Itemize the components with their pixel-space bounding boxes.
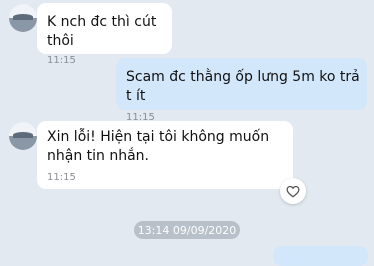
contact-avatar[interactable] [9, 4, 37, 32]
message-bubble-outgoing-partial[interactable] [273, 246, 368, 266]
message-bubble-incoming[interactable]: Xin lỗi! Hiện tại tôi không muốn nhận ti… [37, 121, 293, 189]
message-bubble-incoming[interactable]: K nch đc thì cút thôi 11:15 [37, 3, 172, 66]
date-separator: 13:14 09/09/2020 [134, 221, 240, 239]
message-text: Scam đc thằng ốp lưng 5m ko trả t ít [126, 69, 360, 104]
message-text: Xin lỗi! Hiện tại tôi không muốn nhận ti… [47, 129, 270, 164]
message-time: 11:15 [47, 172, 76, 183]
message-text: K nch đc thì cút thôi [47, 14, 157, 49]
reaction-button[interactable] [280, 178, 306, 204]
contact-avatar[interactable] [9, 122, 37, 150]
message-bubble-outgoing[interactable]: Scam đc thằng ốp lưng 5m ko trả t ít 11:… [116, 58, 367, 123]
heart-outline-icon [286, 185, 300, 197]
